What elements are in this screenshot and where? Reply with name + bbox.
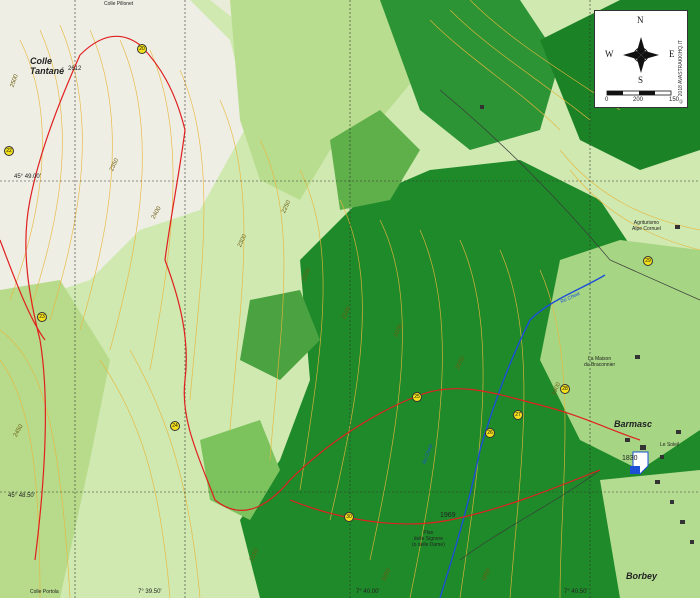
compass-e: E [669,49,675,59]
scale-zero: 0 [605,97,609,103]
altitude-piano: 1969 [440,512,456,519]
trail-marker[interactable]: 20 [137,44,147,54]
map[interactable]: Colle Tantané 2612 Barmasc 1830 Borbey P… [0,0,700,598]
compass-n: N [637,15,644,25]
trail-marker[interactable]: 24 [170,421,180,431]
trail-marker[interactable]: 26 [485,428,495,438]
place-bottom-road: Colle Portola [30,589,59,595]
place-top-road: Colle Pillonet [104,1,134,7]
scale-mid: 200 [633,97,644,103]
altitude-barmasc: 1830 [622,455,638,462]
coord-lat-1: 45° 49.00' [14,174,41,180]
place-piano-signore: Plan delle Signore (o delle Dame) [412,530,445,548]
place-maison-braconnier: La Maison du Braconnier [584,356,616,368]
coord-lat-2: 45° 48.50' [8,493,35,499]
trail-marker[interactable]: 23 [37,312,47,322]
trail-marker[interactable]: 25 [412,392,422,402]
place-le-soleil: Le Soleil [660,442,680,448]
place-barmasc: Barmasc [614,419,653,429]
coord-lon-2: 7° 40.00' [356,589,380,595]
trail-marker[interactable]: 29 [643,256,653,266]
trail-marker[interactable]: 22 [4,146,14,156]
coord-lon-1: 7° 39.50' [138,589,162,595]
place-borbey: Borbey [626,571,658,581]
trail-marker[interactable]: 28 [560,384,570,394]
compass-rose-icon [606,37,672,96]
altitude-colle-tantane: 2612 [68,66,82,72]
trail-marker[interactable]: 27 [513,410,523,420]
compass-s: S [638,75,644,85]
compass-w: W [605,49,614,59]
copyright: © 2018 AVASTRAKKIHQ.IT [678,40,684,104]
place-colle-tantane: Colle Tantané [30,56,65,76]
trail-marker[interactable]: 30 [344,512,354,522]
place-agriturismo: Agriturismo Alpe Cornuel [632,220,661,232]
compass-legend: N S W E 0 200 150 [594,10,688,108]
coord-lon-3: 7° 40.50' [564,589,588,595]
